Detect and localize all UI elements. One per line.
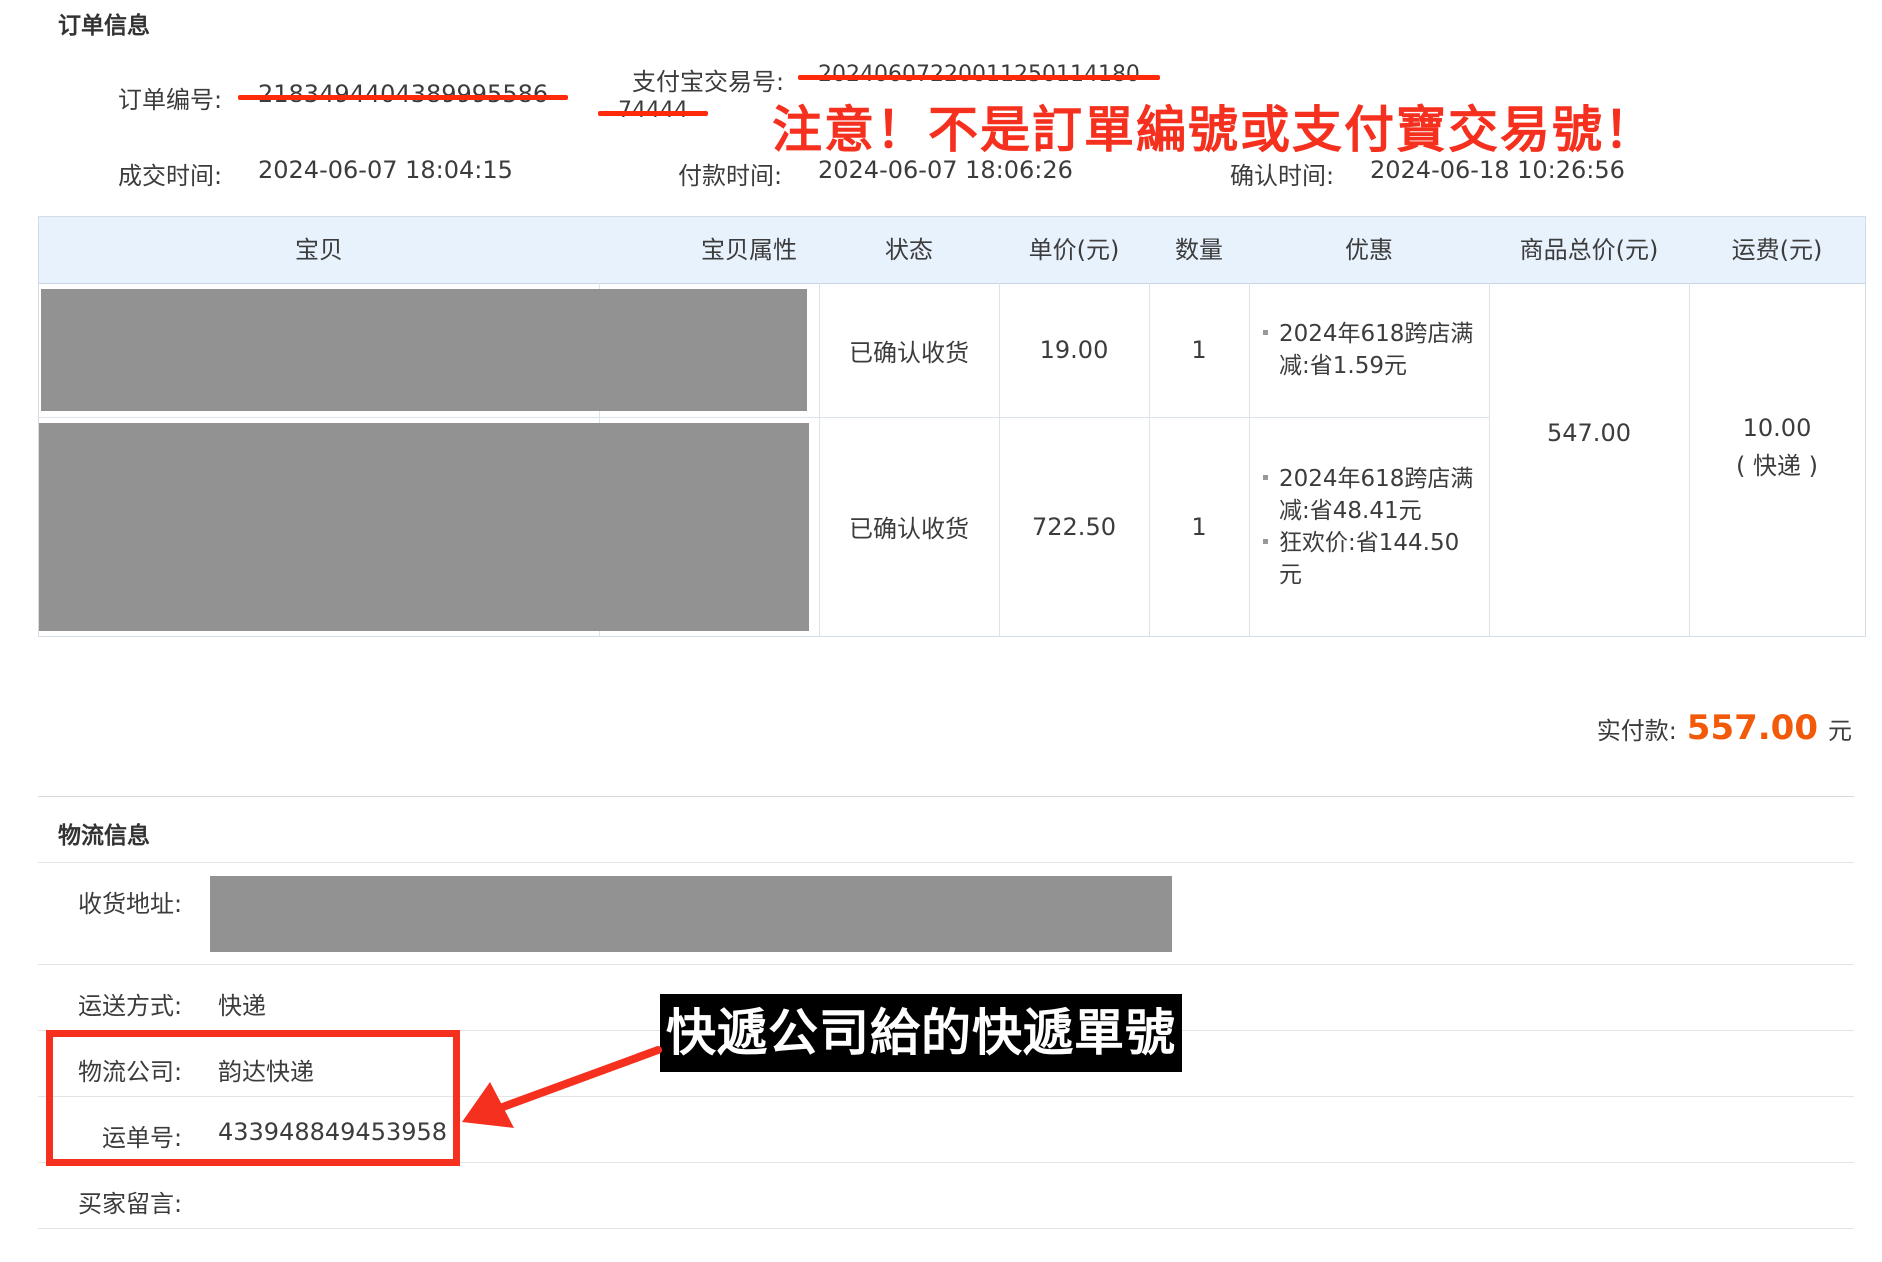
- order-number-text: 2183494404389995586: [237, 80, 569, 108]
- pay-time-label: 付款时间:: [678, 162, 783, 190]
- logistics-info-title: 物流信息: [58, 823, 150, 849]
- redacted-product-1: [41, 289, 807, 411]
- alipay-number-label: 支付宝交易号:: [632, 68, 785, 96]
- row2-quantity: 1: [1191, 512, 1207, 541]
- row2-discount-item: 2024年618跨店满减:省48.41元: [1261, 463, 1479, 527]
- order-items-table: 宝贝 宝贝属性 状态 单价(元) 数量 优惠 商品总价(元) 运费(元) 已确认…: [38, 216, 1866, 637]
- row2-status: 已确认收货: [849, 515, 969, 543]
- order-number-label: 订单编号:: [118, 86, 223, 114]
- paid-amount-unit: 元: [1828, 717, 1852, 745]
- shipping-fee: 10.00: [1742, 414, 1812, 442]
- row2-discounts: 2024年618跨店满减:省48.41元 狂欢价:省144.50元: [1261, 417, 1479, 636]
- paid-amount-row: 实付款: 557.00 元: [1597, 708, 1852, 748]
- row-divider: [38, 1228, 1854, 1229]
- row-divider: [38, 862, 1854, 863]
- warning-annotation: 注意！不是訂單編號或支付寶交易號！: [772, 101, 1656, 159]
- alipay-number-value-line2: 74444: [598, 98, 708, 123]
- header-quantity: 数量: [1175, 236, 1223, 264]
- redacted-product-2: [39, 423, 809, 631]
- table-header: 宝贝 宝贝属性 状态 单价(元) 数量 优惠 商品总价(元) 运费(元): [39, 217, 1865, 284]
- divider: [1249, 283, 1250, 636]
- confirm-time-value: 2024-06-18 10:26:56: [1370, 156, 1625, 184]
- buyer-message-label: 买家留言:: [78, 1190, 183, 1218]
- header-discount: 优惠: [1345, 236, 1393, 264]
- deal-time-label: 成交时间:: [118, 162, 223, 190]
- row1-discounts: 2024年618跨店满减:省1.59元: [1261, 283, 1479, 417]
- alipay-number-value-line1: 20240607220011250114180: [798, 62, 1160, 87]
- header-unit-price: 单价(元): [1028, 236, 1120, 264]
- alipay-number-text-line2: 74444: [598, 98, 708, 123]
- pay-time-value: 2024-06-07 18:06:26: [818, 156, 1073, 184]
- shipping-method-value: 快递: [218, 992, 266, 1020]
- row1-price: 19.00: [1039, 336, 1109, 364]
- tracking-highlight-box: [46, 1030, 460, 1166]
- header-status: 状态: [885, 236, 933, 264]
- header-shipping: 运费(元): [1731, 236, 1823, 264]
- row1-quantity: 1: [1191, 336, 1207, 364]
- alipay-number-text-line1: 20240607220011250114180: [798, 62, 1160, 87]
- order-number-value: 2183494404389995586: [237, 80, 569, 108]
- shipping-method-note: ( 快递 ): [1736, 452, 1818, 480]
- section-divider: [38, 796, 1854, 797]
- row2-price: 722.50: [1032, 512, 1116, 541]
- tracking-callout-label: 快遞公司給的快遞單號: [660, 994, 1182, 1072]
- row2-discount-item: 狂欢价:省144.50元: [1261, 527, 1479, 591]
- address-label: 收货地址:: [78, 890, 183, 918]
- header-total: 商品总价(元): [1519, 236, 1659, 264]
- shipping-method-label: 运送方式:: [78, 992, 183, 1020]
- row1-discount-item: 2024年618跨店满减:省1.59元: [1261, 318, 1479, 382]
- paid-amount: 557.00: [1686, 708, 1818, 748]
- redacted-address: [210, 876, 1172, 952]
- header-item: 宝贝: [295, 236, 343, 264]
- row-divider: [38, 964, 1854, 965]
- deal-time-value: 2024-06-07 18:04:15: [258, 156, 513, 184]
- paid-amount-label: 实付款:: [1596, 717, 1677, 745]
- order-info-title: 订单信息: [58, 13, 150, 39]
- row1-status: 已确认收货: [849, 338, 969, 367]
- callout-arrow-icon: [462, 1046, 662, 1128]
- goods-total: 547.00: [1547, 419, 1631, 447]
- shipping-fee-cell: 10.00 ( 快递 ): [1689, 367, 1865, 527]
- confirm-time-label: 确认时间:: [1230, 162, 1335, 190]
